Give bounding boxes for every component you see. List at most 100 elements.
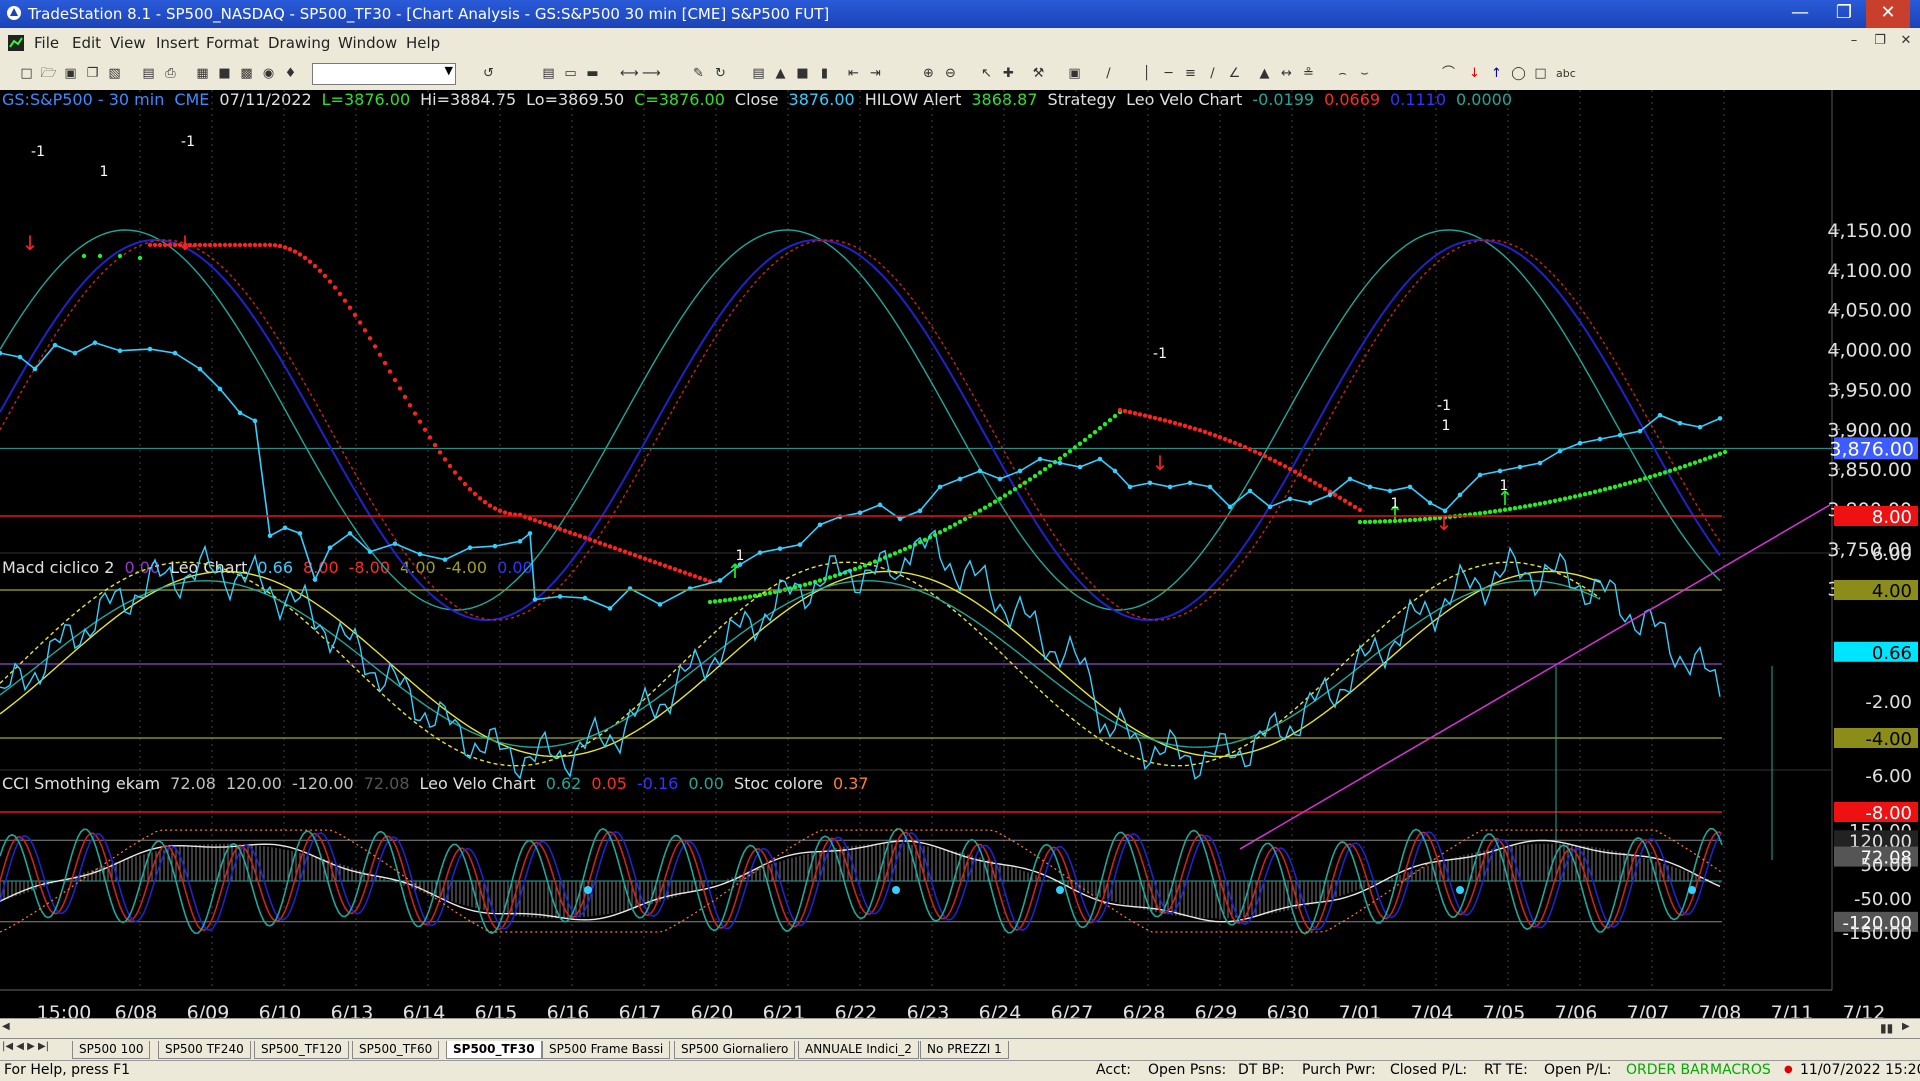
indicator-icon[interactable]: ■ [794,65,811,82]
trendline-icon[interactable]: ∕ [1100,65,1117,82]
matrix-icon[interactable]: ▩ [238,65,255,82]
arc-icon[interactable]: ⌒ [1440,65,1457,82]
radar-icon[interactable]: ■ [216,65,233,82]
menu-help[interactable]: Help [406,34,440,52]
mdi-close-button[interactable]: ✕ [1896,33,1916,53]
arrow-up-icon[interactable]: ↑ [1488,65,1505,82]
menu-file[interactable]: File [34,34,59,52]
chart-window-new-icon[interactable]: ▦ [194,65,211,82]
hilow-red-dots [1222,436,1228,442]
arrow-down-icon[interactable]: ↓ [1466,65,1483,82]
scanner-icon[interactable]: ◉ [260,65,277,82]
mdi-restore-button[interactable]: ❐ [1870,33,1890,53]
save-icon[interactable]: ▣ [62,65,79,82]
text-icon[interactable]: abc [1556,65,1576,82]
status-macros[interactable]: MACROS [1710,1062,1771,1078]
hilow-red-dots [672,567,678,572]
vertical-line-icon[interactable]: │ [1138,65,1155,82]
zoom-out-bars-icon[interactable]: ⟷ [620,65,639,82]
zoom-out-icon[interactable]: ⊖ [942,65,959,82]
tab-sp500-tf120[interactable]: SP500_TF120 [254,1041,349,1059]
zoom-in-icon[interactable]: ⊕ [920,65,937,82]
data-window-icon[interactable]: ▤ [750,65,767,82]
scroll-right-icon[interactable]: ▶ [1902,1021,1916,1035]
ellipse-icon[interactable]: ◯ [1510,65,1527,82]
candle-icon[interactable]: ▭ [562,65,579,82]
tab-sp500-tf60[interactable]: SP500_TF60 [352,1041,440,1059]
maximize-button[interactable]: ❐ [1822,0,1866,28]
mdi-minimize-button[interactable]: – [1844,33,1864,53]
hilow-red-dots [657,561,663,567]
tab-sp500-frame-bassi[interactable]: SP500 Frame Bassi [542,1041,671,1059]
hilow-green-dots [992,499,998,504]
menu-view[interactable]: View [110,34,146,52]
zoom-in-bars-icon[interactable]: ⟶ [642,65,661,82]
tab-nav-arrows-icon[interactable]: |◀ ◀ ▶ ▶| [2,1041,49,1052]
tab-sp500-tf30[interactable]: SP500_TF30 [446,1041,542,1059]
hilow-red-dots [542,521,548,526]
cycle-icon[interactable]: ⌢ [1334,65,1351,82]
new-icon[interactable]: □ [18,65,35,82]
status-order-bar[interactable]: ORDER BAR [1626,1062,1709,1078]
fibonacci-icon[interactable]: ≡ [1182,65,1199,82]
tab-sp500-100[interactable]: SP500 100 [72,1041,151,1059]
hilow-red-dots [1292,469,1298,474]
menu-edit[interactable]: Edit [72,34,101,52]
strategy-icon[interactable]: ▲ [772,65,789,82]
print-preview-icon[interactable]: ▤ [140,65,157,82]
insert-analysis-icon[interactable]: ↺ [480,65,497,82]
line-chart-icon[interactable]: ▬ [584,65,601,82]
open-icon[interactable]: 🗁 [40,65,57,82]
chart-canvas[interactable]: 4,150.00 4,100.00 4,050.00 4,000.00 3,950.00… [0,90,1920,1025]
scroll-thumb[interactable]: ▮▮ [1880,1021,1894,1035]
hilow-red-dots [377,352,383,357]
hilow-green-dots [1087,433,1093,439]
fan-icon[interactable]: ≗ [1300,65,1317,82]
pointer-icon[interactable]: ↖ [978,65,995,82]
ellipse-arc-icon[interactable]: ⌣ [1356,65,1373,82]
refresh-icon[interactable]: ↻ [712,65,729,82]
print-icon[interactable]: ⎙ [162,65,179,82]
tab-annuale-indici-2[interactable]: ANNUALE Indici_2 [798,1041,919,1059]
apps-icon[interactable]: ♦ [282,65,299,82]
tab-no-prezzi-1[interactable]: No PREZZI 1 [920,1041,1009,1059]
price-bar-point [1577,440,1583,446]
tools-icon[interactable]: ⚒ [1030,65,1047,82]
space-left-icon[interactable]: ⇤ [845,65,862,82]
rectangle-icon[interactable]: □ [1532,65,1549,82]
menu-insert[interactable]: Insert [156,34,199,52]
horizontal-scrollbar[interactable]: ◀ ▮▮ ▶ [0,1018,1920,1039]
price-bar-point [1127,484,1133,490]
space-right-icon[interactable]: ⇥ [867,65,884,82]
scroll-left-icon[interactable]: ◀ [2,1021,16,1035]
tab-sp500-tf240[interactable]: SP500 TF240 [158,1041,251,1059]
stoch-top-dot [892,886,900,894]
arrows-h-icon[interactable]: ↔ [1278,65,1295,82]
channel-icon[interactable]: ∕ [1204,65,1221,82]
plot-icon[interactable]: ▮ [816,65,833,82]
close-button[interactable]: ✕ [1866,0,1910,28]
chart-area[interactable]: GS:S&P500 - 30 min CME 07/11/2022 L=3876.00… [0,90,1920,1025]
menu-drawing[interactable]: Drawing [268,34,330,52]
signal-label: 1 [1500,478,1509,494]
tab-sp500-giornaliero[interactable]: SP500 Giornaliero [674,1041,796,1059]
price-bar-point [1367,484,1373,490]
speedline-icon[interactable]: ∠ [1226,65,1243,82]
hilow-red-dots [442,457,448,462]
format-icon[interactable]: ✎ [690,65,707,82]
hide-icon[interactable]: ▣ [1066,65,1083,82]
minimize-button[interactable]: — [1778,0,1822,28]
symbol-combo[interactable]: ▼ [312,63,456,85]
menu-format[interactable]: Format [206,34,259,52]
hilow-red-dots [1212,433,1218,438]
workspace-icon[interactable]: ▧ [106,65,123,82]
horizontal-line-icon[interactable]: ─ [1160,65,1177,82]
gann-icon[interactable]: ▲ [1256,65,1273,82]
bar-chart-icon[interactable]: ▤ [540,65,557,82]
price-bar-point [17,354,23,360]
crosshair-icon[interactable]: ✚ [1000,65,1017,82]
price-bar-point [1167,484,1173,490]
hilow-red-dots [602,542,608,547]
copy-icon[interactable]: ❐ [84,65,101,82]
menu-window[interactable]: Window [338,34,397,52]
